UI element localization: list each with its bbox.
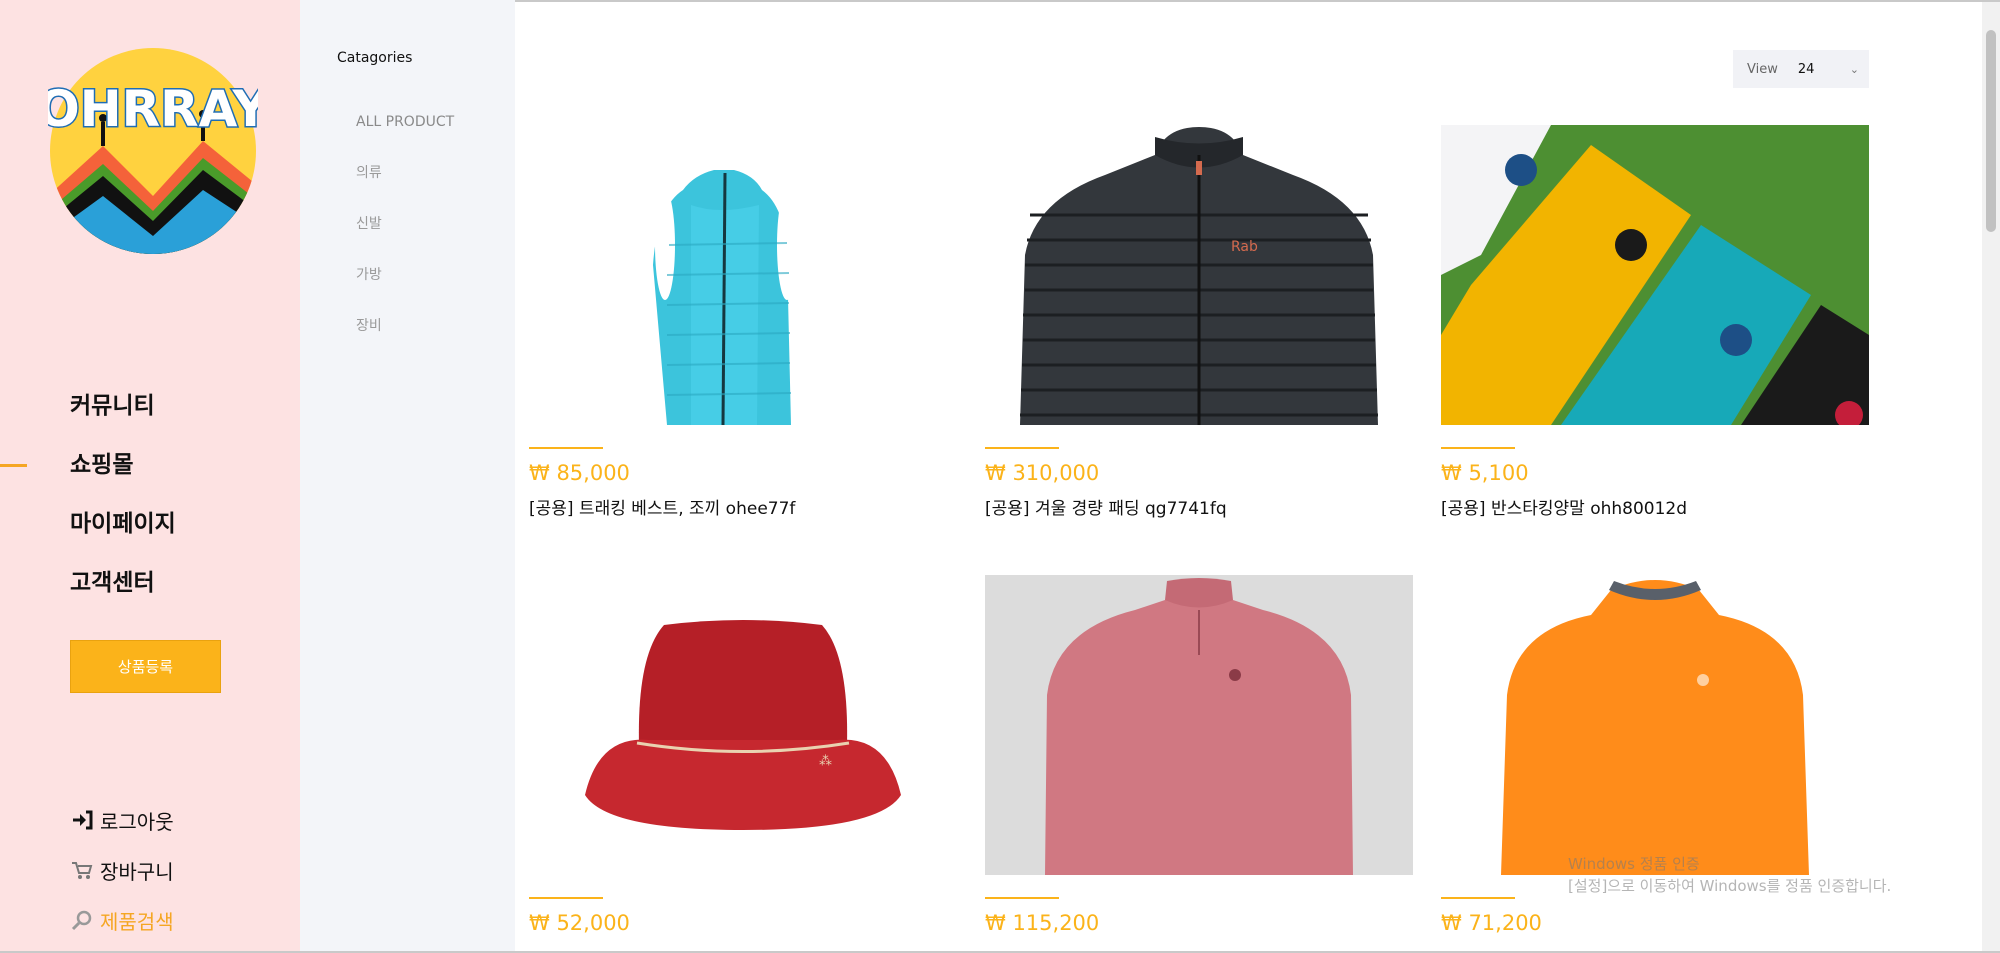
nav-community[interactable]: 커뮤니티 xyxy=(70,386,176,445)
product-price: ₩ 310,000 xyxy=(985,461,1100,485)
cart-label: 장바구니 xyxy=(100,859,174,884)
product-search-label: 제품검색 xyxy=(100,909,174,934)
product-image[interactable] xyxy=(529,125,957,425)
ohrray-logo[interactable]: OHRRAY xyxy=(48,46,258,256)
logout-label: 로그아웃 xyxy=(100,809,174,834)
main-menu: 커뮤니티 쇼핑몰 마이페이지 고객센터 xyxy=(70,386,176,622)
register-product-button[interactable]: 상품등록 xyxy=(70,640,221,693)
product-price: ₩ 71,200 xyxy=(1441,911,1542,935)
price-accent-line xyxy=(1441,447,1515,449)
product-image[interactable]: ⁂ xyxy=(529,575,957,875)
category-clothing[interactable]: 의류 xyxy=(356,159,454,210)
product-price: ₩ 52,000 xyxy=(529,911,630,935)
nav-mypage[interactable]: 마이페이지 xyxy=(70,504,176,563)
product-name[interactable]: [공용] 트래킹 베스트, 조끼 ohee77f xyxy=(529,494,957,519)
search-icon xyxy=(70,908,94,932)
scrollbar-thumb[interactable] xyxy=(1986,30,1996,232)
category-equipment[interactable]: 장비 xyxy=(356,312,454,363)
utility-menu: 로그아웃 장바구니 제품검색 xyxy=(70,795,174,945)
product-price: ₩ 115,200 xyxy=(985,911,1100,935)
active-indicator xyxy=(0,464,27,467)
windows-activation-watermark: Windows 정품 인증 [설정]으로 이동하여 Windows를 정품 인증… xyxy=(1568,853,1891,897)
price-accent-line xyxy=(985,897,1059,899)
category-list: ALL PRODUCT 의류 신발 가방 장비 xyxy=(356,108,454,363)
price-accent-line xyxy=(529,447,603,449)
watermark-line-1: Windows 정품 인증 xyxy=(1568,855,1700,873)
product-image[interactable]: Rab xyxy=(985,125,1413,425)
view-count-select[interactable]: View 24 ⌄ xyxy=(1733,50,1869,88)
cart-icon xyxy=(70,858,94,882)
category-panel: Catagories ALL PRODUCT 의류 신발 가방 장비 xyxy=(300,0,515,953)
category-shoes[interactable]: 신발 xyxy=(356,210,454,261)
price-accent-line xyxy=(1441,897,1515,899)
left-navigation: OHRRAY 커뮤니티 쇼핑몰 마이페이지 고객센터 상품등록 로그아웃 장바구… xyxy=(0,0,300,953)
product-price: ₩ 5,100 xyxy=(1441,461,1529,485)
price-accent-line xyxy=(985,447,1059,449)
product-card[interactable]: ₩ 85,000 [공용] 트래킹 베스트, 조끼 ohee77f xyxy=(529,125,957,519)
watermark-line-2: [설정]으로 이동하여 Windows를 정품 인증합니다. xyxy=(1568,877,1892,895)
product-image[interactable] xyxy=(985,575,1413,875)
logout-link[interactable]: 로그아웃 xyxy=(70,795,174,845)
svg-text:⁂: ⁂ xyxy=(819,754,832,769)
product-image[interactable] xyxy=(1441,575,1869,875)
price-accent-line xyxy=(529,897,603,899)
category-all-product[interactable]: ALL PRODUCT xyxy=(356,108,454,159)
chevron-down-icon: ⌄ xyxy=(1849,62,1859,76)
product-card[interactable]: ₩ 5,100 [공용] 반스타킹양말 ohh80012d xyxy=(1441,125,1869,519)
product-card[interactable]: ₩ 115,200 xyxy=(985,575,1413,944)
brand-name: OHRRAY xyxy=(48,80,258,138)
cart-link[interactable]: 장바구니 xyxy=(70,845,174,895)
view-label: View xyxy=(1747,61,1778,77)
product-card[interactable]: Rab ₩ 310,000 [공용] 겨울 경량 패딩 qg7741fq xyxy=(985,125,1413,519)
svg-text:Rab: Rab xyxy=(1231,239,1258,255)
product-name[interactable]: [공용] 겨울 경량 패딩 qg7741fq xyxy=(985,494,1413,519)
nav-shopping-mall[interactable]: 쇼핑몰 xyxy=(70,445,176,504)
category-bags[interactable]: 가방 xyxy=(356,261,454,312)
view-value: 24 xyxy=(1797,61,1815,77)
product-card[interactable]: ⁂ ₩ 52,000 xyxy=(529,575,957,944)
product-price: ₩ 85,000 xyxy=(529,461,630,485)
nav-customer-center[interactable]: 고객센터 xyxy=(70,563,176,622)
category-title: Catagories xyxy=(337,50,413,66)
product-image[interactable] xyxy=(1441,125,1869,425)
logout-icon xyxy=(70,808,94,832)
product-name[interactable]: [공용] 반스타킹양말 ohh80012d xyxy=(1441,494,1869,519)
product-search-link[interactable]: 제품검색 xyxy=(70,895,174,945)
